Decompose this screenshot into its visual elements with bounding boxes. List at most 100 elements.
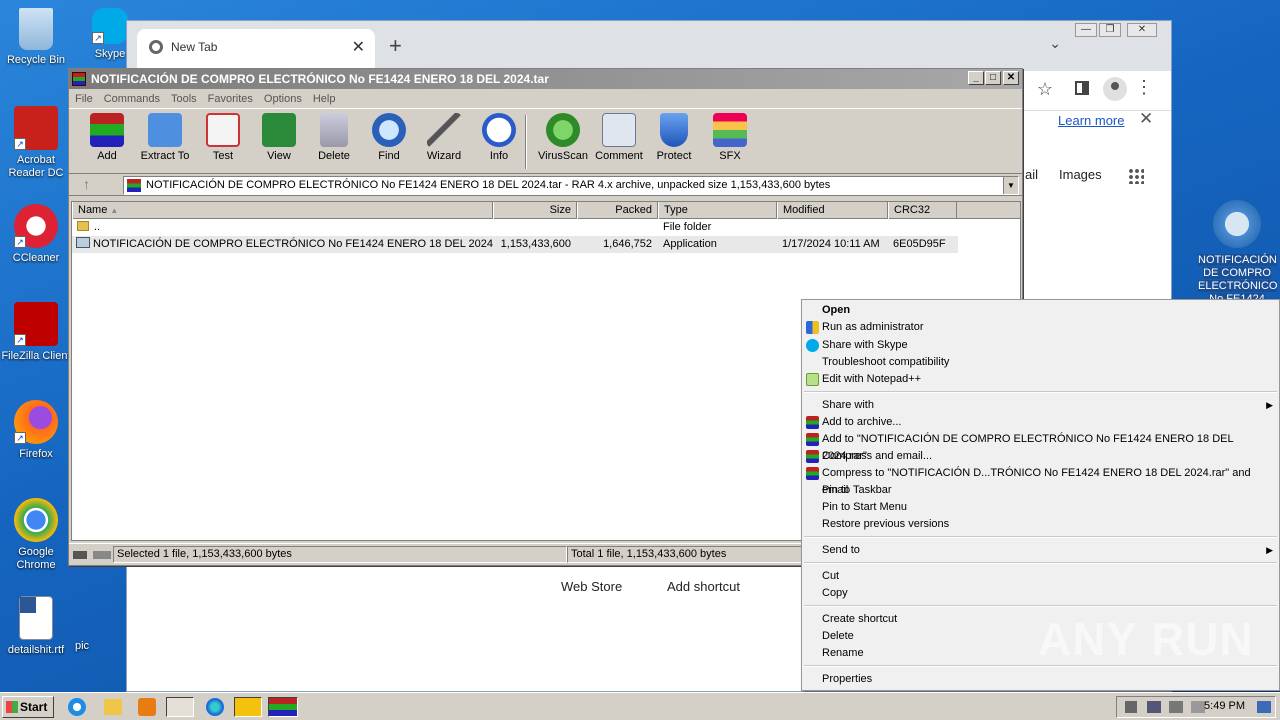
menu-favorites[interactable]: Favorites <box>208 93 253 105</box>
menu-item-add-to-rar[interactable]: Add to "NOTIFICACIÓN DE COMPRO ELECTRÓNI… <box>802 431 1279 462</box>
desktop-icon-chrome[interactable]: Google Chrome <box>0 498 72 572</box>
menu-item-troubleshoot[interactable]: Troubleshoot compatibility <box>802 354 1279 371</box>
gmail-link[interactable]: ail <box>1025 167 1038 182</box>
comment-button[interactable]: Comment <box>589 113 649 162</box>
column-header-type[interactable]: Type <box>658 202 777 219</box>
menu-item-run-as-admin[interactable]: Run as administrator <box>802 319 1279 336</box>
menu-item-pin-taskbar[interactable]: Pin to Taskbar <box>802 482 1279 499</box>
column-header-size[interactable]: Size <box>493 202 577 219</box>
menu-help[interactable]: Help <box>313 93 336 105</box>
test-button[interactable]: Test <box>193 113 253 162</box>
shortcut-arrow-icon: ↗ <box>92 32 104 44</box>
show-desktop-icon[interactable] <box>1257 701 1271 713</box>
desktop-icon-notificacion[interactable]: NOTIFICACIÓN DE COMPRO ELECTRÓNICO No FE… <box>1198 200 1278 306</box>
desktop-icon-ccleaner[interactable]: ↗ CCleaner <box>0 204 72 265</box>
internet-explorer-icon[interactable] <box>68 698 86 716</box>
info-button[interactable]: Info <box>469 113 529 162</box>
chrome-taskbar-icon[interactable] <box>166 697 194 717</box>
menu-item-copy[interactable]: Copy <box>802 585 1279 602</box>
start-button[interactable]: Start <box>2 696 54 718</box>
winrar-taskbar-icon[interactable] <box>268 697 298 717</box>
desktop-icon-firefox[interactable]: ↗ Firefox <box>0 400 72 461</box>
menu-item-share-skype[interactable]: Share with Skype <box>802 337 1279 354</box>
maximize-button[interactable]: □ <box>985 71 1001 85</box>
extract-to-button[interactable]: Extract To <box>135 113 195 162</box>
virusscan-button[interactable]: VirusScan <box>533 113 593 162</box>
norton-icon[interactable] <box>234 697 262 717</box>
column-header-name[interactable]: Name ▲ <box>72 202 493 219</box>
desktop-icon-filezilla[interactable]: ↗ FileZilla Client <box>0 302 72 363</box>
close-icon[interactable]: ✕ <box>1139 109 1153 129</box>
wizard-button[interactable]: Wizard <box>414 113 474 162</box>
protect-button[interactable]: Protect <box>644 113 704 162</box>
menu-file[interactable]: File <box>75 93 93 105</box>
bookmark-star-icon[interactable]: ☆ <box>1037 79 1053 100</box>
tool-label: SFX <box>719 150 741 162</box>
add-shortcut-button[interactable]: Add shortcut <box>667 579 740 594</box>
desktop-icon-label: NOTIFICACIÓN DE COMPRO ELECTRÓNICO No FE… <box>1198 254 1278 305</box>
menu-item-restore-versions[interactable]: Restore previous versions <box>802 516 1279 533</box>
system-tray: 5:49 PM <box>1116 696 1276 718</box>
battery-icon[interactable] <box>1169 701 1183 713</box>
file-explorer-icon[interactable] <box>104 699 122 715</box>
winrar-title-bar[interactable]: NOTIFICACIÓN DE COMPRO ELECTRÓNICO No FE… <box>69 69 1022 89</box>
minimize-button[interactable]: — <box>1075 23 1097 37</box>
tab-new-tab[interactable]: New Tab ✕ <box>137 29 375 71</box>
menu-item-cut[interactable]: Cut <box>802 568 1279 585</box>
media-player-icon[interactable] <box>138 698 156 716</box>
dropdown-arrow-icon[interactable]: ▼ <box>1003 177 1018 194</box>
desktop-icon-pic[interactable]: pic <box>66 640 98 653</box>
tool-label: Add <box>97 150 117 162</box>
google-apps-icon[interactable] <box>1128 168 1144 184</box>
path-field[interactable]: NOTIFICACIÓN DE COMPRO ELECTRÓNICO No FE… <box>123 176 1019 195</box>
menu-item-compress-email[interactable]: Compress and email... <box>802 448 1279 465</box>
tab-title: New Tab <box>171 40 218 54</box>
menu-item-share-with[interactable]: Share with ▶ <box>802 397 1279 414</box>
speaker-icon[interactable] <box>1125 701 1137 713</box>
submenu-arrow-icon: ▶ <box>1266 400 1273 410</box>
menu-item-edit-notepadpp[interactable]: Edit with Notepad++ <box>802 371 1279 388</box>
profile-avatar-icon[interactable] <box>1103 77 1127 101</box>
sfx-button[interactable]: SFX <box>700 113 760 162</box>
winrar-icon <box>806 433 819 446</box>
tool-label: Comment <box>595 150 643 162</box>
chrome-menu-icon[interactable]: ⋮ <box>1135 77 1153 98</box>
learn-more-link[interactable]: Learn more <box>1058 113 1124 128</box>
restore-button[interactable]: ❐ <box>1099 23 1121 37</box>
info-icon <box>482 113 516 147</box>
column-header-packed[interactable]: Packed <box>577 202 658 219</box>
table-row[interactable]: NOTIFICACIÓN DE COMPRO ELECTRÓNICO No FE… <box>72 236 958 253</box>
chevron-down-icon[interactable]: ⌄ <box>1049 35 1061 52</box>
network-icon[interactable] <box>1147 701 1161 713</box>
images-link[interactable]: Images <box>1059 167 1102 182</box>
menu-commands[interactable]: Commands <box>104 93 160 105</box>
minimize-button[interactable]: _ <box>968 71 984 85</box>
desktop-icon-recycle-bin[interactable]: Recycle Bin <box>0 8 72 67</box>
menu-item-properties[interactable]: Properties <box>802 671 1279 688</box>
new-tab-button[interactable]: + <box>389 33 402 59</box>
menu-item-open[interactable]: Open <box>802 302 1279 319</box>
side-panel-icon[interactable] <box>1075 81 1089 95</box>
close-button[interactable]: ✕ <box>1003 71 1019 85</box>
delete-button[interactable]: Delete <box>304 113 364 162</box>
menu-tools[interactable]: Tools <box>171 93 197 105</box>
menu-options[interactable]: Options <box>264 93 302 105</box>
flag-icon[interactable] <box>1191 701 1205 713</box>
view-button[interactable]: View <box>249 113 309 162</box>
column-header-modified[interactable]: Modified <box>777 202 888 219</box>
menu-item-compress-to-rar-email[interactable]: Compress to "NOTIFICACIÓN D...TRÓNICO No… <box>802 465 1279 496</box>
table-row[interactable]: .. File folder <box>72 219 1020 236</box>
desktop-icon-detailshit[interactable]: detailshit.rtf <box>0 596 72 657</box>
desktop-icon-acrobat[interactable]: ↗ Acrobat Reader DC <box>0 106 72 180</box>
up-one-level-icon[interactable]: ↑ <box>83 176 90 192</box>
edge-icon[interactable] <box>206 698 224 716</box>
close-window-button[interactable]: ✕ <box>1127 23 1157 37</box>
menu-item-send-to[interactable]: Send to ▶ <box>802 542 1279 559</box>
column-header-crc32[interactable]: CRC32 <box>888 202 957 219</box>
close-tab-icon[interactable]: ✕ <box>352 37 365 57</box>
web-store-shortcut[interactable]: Web Store <box>561 579 622 594</box>
menu-item-pin-start[interactable]: Pin to Start Menu <box>802 499 1279 516</box>
add-button[interactable]: Add <box>77 113 137 162</box>
menu-item-add-to-archive[interactable]: Add to archive... <box>802 414 1279 431</box>
find-button[interactable]: Find <box>359 113 419 162</box>
